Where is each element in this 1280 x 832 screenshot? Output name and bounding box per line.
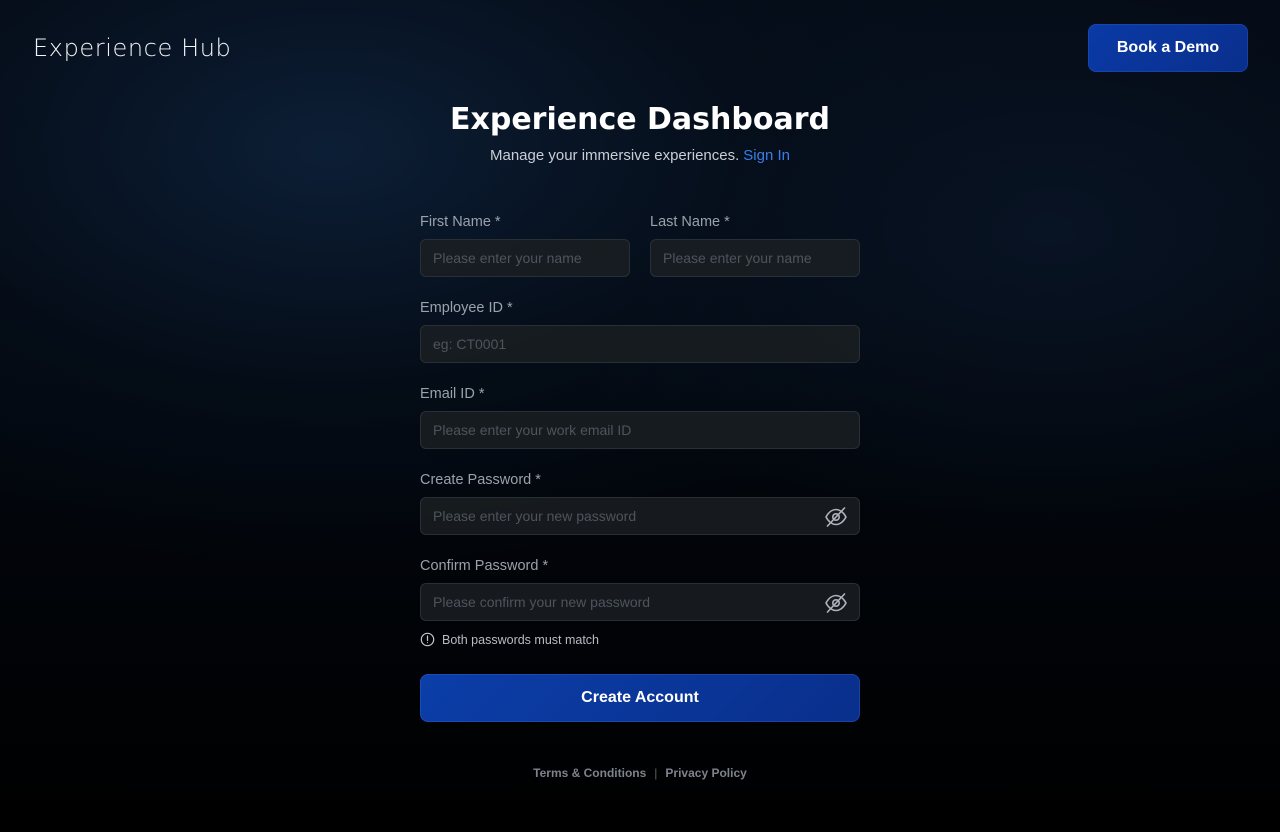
info-icon xyxy=(420,632,435,647)
subtitle-text: Manage your immersive experiences. xyxy=(490,147,740,164)
email-label: Email ID * xyxy=(420,386,485,402)
page-title: Experience Dashboard xyxy=(450,102,830,137)
privacy-link[interactable]: Privacy Policy xyxy=(665,766,746,780)
last-name-label: Last Name * xyxy=(650,214,730,230)
password-hint-text: Both passwords must match xyxy=(442,632,600,647)
employee-id-input[interactable] xyxy=(420,325,860,363)
email-input[interactable] xyxy=(420,411,860,449)
book-demo-button[interactable]: Book a Demo xyxy=(1088,24,1248,72)
eye-off-icon[interactable] xyxy=(824,505,848,529)
footer-links: Terms & Conditions | Privacy Policy xyxy=(0,766,1280,780)
create-password-input[interactable] xyxy=(420,497,860,535)
last-name-input[interactable] xyxy=(650,239,860,277)
first-name-label: First Name * xyxy=(420,214,501,230)
app-logo[interactable]: Experience Hub xyxy=(33,33,231,63)
employee-id-label: Employee ID * xyxy=(420,300,513,316)
create-password-label: Create Password * xyxy=(420,472,541,488)
terms-link[interactable]: Terms & Conditions xyxy=(533,766,646,780)
sign-in-link[interactable]: Sign In xyxy=(743,147,790,164)
password-hint: Both passwords must match xyxy=(420,632,599,647)
eye-off-icon[interactable] xyxy=(824,591,848,615)
create-account-button[interactable]: Create Account xyxy=(420,674,860,722)
signup-page: Experience Hub Book a Demo Experience Da… xyxy=(0,0,1280,832)
footer-separator: | xyxy=(654,766,658,780)
confirm-password-label: Confirm Password * xyxy=(420,558,549,574)
first-name-input[interactable] xyxy=(420,239,630,277)
page-subtitle: Manage your immersive experiences. Sign I… xyxy=(0,146,1280,166)
confirm-password-input[interactable] xyxy=(420,583,860,621)
